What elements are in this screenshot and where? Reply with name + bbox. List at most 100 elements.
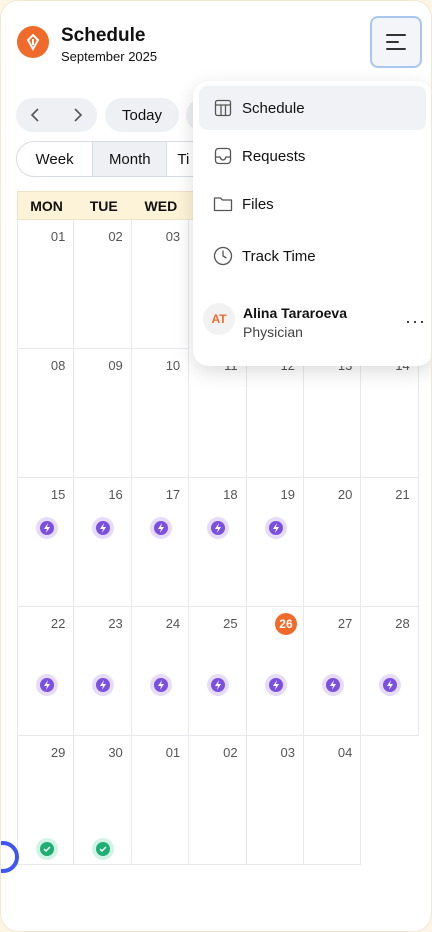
user-name: Alina Tararoeva [243,305,348,321]
calendar-empty-cell [361,736,418,865]
day-number: 15 [50,487,66,502]
menu-item-label: Requests [242,147,306,165]
clock-icon [213,246,233,266]
day-number: 19 [280,487,295,502]
shift-event-bolt-icon[interactable] [92,674,115,696]
calendar-day-cell[interactable]: 10 [131,349,190,478]
calendar-day-cell[interactable]: 28 [361,607,419,736]
shift-event-bolt-icon[interactable] [36,674,58,696]
calendar-day-cell[interactable]: 26 [246,607,304,736]
menu-toggle-button[interactable] [370,16,422,68]
calendar-day-cell[interactable]: 21 [361,478,419,607]
shift-event-bolt-icon[interactable] [321,674,344,696]
day-number: 22 [50,616,66,631]
calendar-day-cell[interactable]: 18 [189,478,247,607]
logo-mark-icon [26,33,40,51]
calendar-day-cell[interactable]: 22 [17,607,75,736]
menu-item-track-time[interactable]: Track Time [199,234,426,278]
user-role: Physician [243,324,303,340]
calendar-week-row: 08 09 10 11121314 [17,349,419,478]
calendar-day-cell[interactable]: 01 [17,220,75,349]
folder-icon [213,194,233,214]
menu-item-schedule[interactable]: Schedule [199,86,426,130]
menu-item-requests[interactable]: Requests [199,134,426,178]
calendar-day-cell[interactable]: 14 [361,349,419,478]
day-number: 27 [337,616,353,631]
today-button[interactable]: Today [105,98,179,132]
app-frame: Schedule September 2025 Today Week Month… [0,0,432,932]
more-options-icon[interactable]: ··· [405,311,426,332]
next-period-button[interactable] [62,100,92,130]
calendar-day-cell[interactable]: 04 [303,736,362,865]
weekday-header: WED [144,197,178,214]
day-number: 29 [50,745,66,760]
navigation-menu: Schedule Requests Files Track Time AT Al… [193,81,431,366]
hamburger-icon [386,34,406,50]
shift-event-bolt-icon[interactable] [36,517,58,539]
calendar-day-cell[interactable]: 11 [189,349,247,478]
menu-item-label: Files [242,195,274,213]
shift-event-bolt-icon[interactable] [264,517,287,539]
day-number: 16 [108,487,123,502]
day-number: 01 [165,745,181,760]
calendar-week-row: 15 16 17 18 19 20 21 [17,478,419,607]
calendar-day-cell[interactable]: 09 [74,349,132,478]
calendar-day-cell[interactable]: 13 [303,349,362,478]
completed-event-check-icon[interactable] [36,838,58,860]
shift-event-bolt-icon[interactable] [92,517,115,539]
calendar-day-cell[interactable]: 29 [17,736,75,865]
avatar: AT [203,303,235,335]
day-number: 18 [223,487,238,502]
calendar-week-row: 22 23 24 25 26 27 28 [17,607,419,736]
day-number: 09 [108,358,123,373]
current-user[interactable]: AT Alina Tararoeva Physician ··· [201,301,427,345]
calendar-day-cell[interactable]: 24 [131,607,190,736]
shift-event-bolt-icon[interactable] [264,674,287,696]
calendar-day-cell[interactable]: 25 [189,607,247,736]
calendar-day-cell[interactable]: 30 [74,736,132,865]
calendar-day-cell[interactable]: 20 [303,478,362,607]
shift-event-bolt-icon[interactable] [149,517,172,539]
day-number: 02 [108,229,123,244]
weekday-header: MON [30,197,63,214]
calendar-day-cell[interactable]: 27 [303,607,362,736]
shift-event-bolt-icon[interactable] [207,674,230,696]
weekday-header: TUE [89,197,118,214]
view-month-button[interactable]: Month [92,142,168,176]
calendar-day-cell[interactable]: 03 [131,220,190,349]
calendar-day-cell[interactable]: 08 [17,349,75,478]
view-week-button[interactable]: Week [17,142,92,176]
day-number: 30 [108,745,123,760]
calendar-day-cell[interactable]: 23 [74,607,132,736]
shift-event-bolt-icon[interactable] [207,517,230,539]
today-day-number: 26 [274,613,297,635]
calendar-day-cell[interactable]: 19 [246,478,304,607]
menu-item-files[interactable]: Files [199,182,426,226]
calendar-day-cell[interactable]: 12 [246,349,304,478]
menu-item-label: Track Time [242,247,316,265]
app-header: Schedule September 2025 [1,1,431,87]
day-number: 21 [395,487,410,502]
app-logo [17,26,49,58]
shift-event-bolt-icon[interactable] [149,674,172,696]
completed-event-check-icon[interactable] [92,838,115,860]
calendar-day-cell[interactable]: 17 [131,478,190,607]
day-number: 04 [337,745,353,760]
calendar-day-cell[interactable]: 02 [189,736,247,865]
day-number: 20 [337,487,353,502]
calendar-day-cell[interactable]: 03 [246,736,304,865]
calendar-day-cell[interactable]: 15 [17,478,75,607]
day-number: 08 [50,358,66,373]
calendar-day-cell[interactable]: 01 [131,736,190,865]
day-number: 03 [165,229,181,244]
schedule-layout-icon [213,98,233,118]
day-number: 28 [395,616,410,631]
day-number: 01 [50,229,66,244]
shift-event-bolt-icon[interactable] [379,674,402,696]
calendar-day-cell[interactable]: 16 [74,478,132,607]
calendar-day-cell[interactable]: 02 [74,220,132,349]
previous-period-button[interactable] [21,100,51,130]
day-number: 02 [223,745,238,760]
day-number: 24 [165,616,181,631]
chevron-right-icon [74,108,82,122]
